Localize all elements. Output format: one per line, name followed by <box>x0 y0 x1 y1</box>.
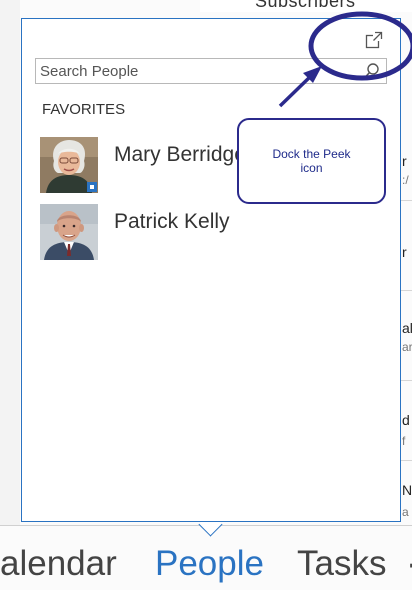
contact-name: Patrick Kelly <box>114 210 230 233</box>
nav-calendar[interactable]: alendar <box>0 544 117 584</box>
presence-badge-icon <box>87 182 97 192</box>
message-fragment: f <box>402 434 406 448</box>
folder-pane-edge <box>0 0 20 525</box>
message-fragment: ar <box>402 340 412 354</box>
contact-name: Mary Berridge <box>114 143 246 166</box>
message-fragment: N <box>402 482 412 498</box>
search-people-field[interactable] <box>35 58 387 84</box>
message-fragment: al <box>402 320 412 336</box>
message-fragment: r <box>402 244 407 260</box>
nav-people[interactable]: People <box>155 544 264 584</box>
annotation-callout: Dock the Peek icon <box>237 118 386 204</box>
nav-more[interactable]: · <box>406 544 412 584</box>
avatar <box>40 204 98 260</box>
people-peek <box>21 18 401 522</box>
favorites-heading: FAVORITES <box>42 101 126 118</box>
background-header-text: Subscribers <box>255 0 356 11</box>
favorite-contact[interactable]: Patrick Kelly <box>40 204 380 264</box>
search-input[interactable] <box>36 59 364 83</box>
avatar <box>40 137 98 193</box>
search-icon[interactable] <box>363 62 381 80</box>
message-fragment: r <box>402 153 407 169</box>
message-fragment: d <box>402 412 410 428</box>
dock-peek-icon[interactable] <box>365 31 383 49</box>
nav-tasks[interactable]: Tasks <box>297 544 386 584</box>
message-fragment: a <box>402 505 409 519</box>
message-fragment: :/ <box>402 173 409 187</box>
